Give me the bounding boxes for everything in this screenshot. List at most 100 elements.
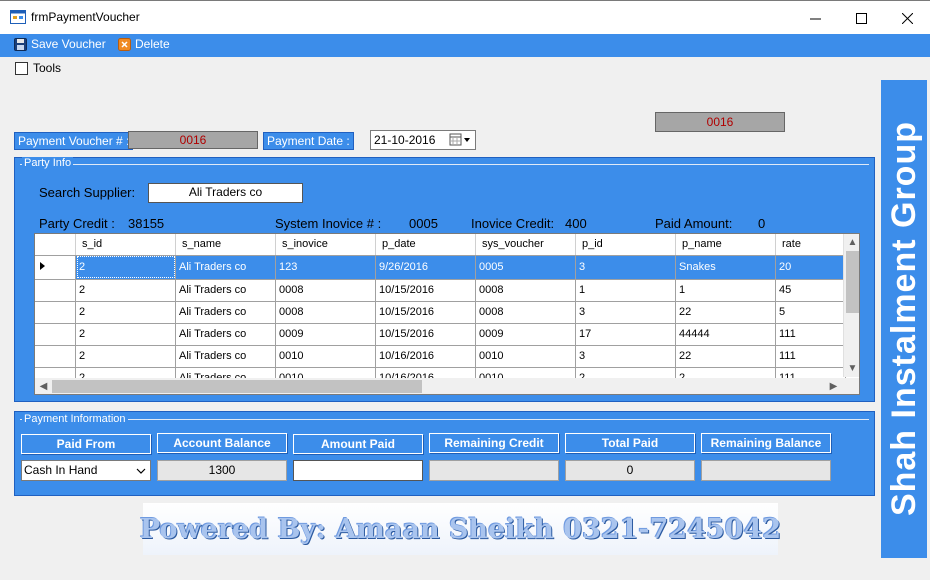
- row-header[interactable]: [35, 255, 76, 280]
- grid-cell-p-id[interactable]: 3: [575, 301, 676, 324]
- save-voucher-button[interactable]: Save Voucher: [14, 37, 106, 51]
- grid-header-row: s_id s_name s_inovice p_date sys_voucher p_id…: [35, 234, 846, 256]
- grid-horizontal-scrollbar[interactable]: ◀ ▶: [35, 378, 843, 394]
- grid-cell-s-name[interactable]: Ali Traders co: [175, 323, 276, 346]
- maximize-button[interactable]: [838, 1, 884, 35]
- column-header-p-date[interactable]: p_date: [375, 234, 476, 256]
- grid-cell-p-date[interactable]: 10/16/2016: [375, 345, 476, 368]
- grid-cell-rate[interactable]: 45: [775, 279, 846, 302]
- grid-cell-s-inovice[interactable]: 123: [275, 255, 376, 280]
- grid-cell-s-inovice[interactable]: 0008: [275, 279, 376, 302]
- column-header-p-name[interactable]: p_name: [675, 234, 776, 256]
- scroll-corner: [843, 378, 859, 394]
- search-supplier-label: Search Supplier:: [39, 185, 136, 200]
- payment-date-value: 21-10-2016: [374, 133, 436, 147]
- grid-cell-s-inovice[interactable]: 0010: [275, 345, 376, 368]
- save-voucher-label: Save Voucher: [31, 37, 106, 51]
- grid-cell-p-date[interactable]: 10/15/2016: [375, 301, 476, 324]
- grid-cell-p-name[interactable]: Snakes: [675, 255, 776, 280]
- amount-paid-input[interactable]: [293, 460, 423, 481]
- payment-date-picker[interactable]: 21-10-2016: [370, 130, 476, 150]
- table-row[interactable]: 2 Ali Traders co 0008 10/15/2016 0008 1 1 45: [35, 279, 846, 302]
- remaining-credit-header: Remaining Credit: [429, 433, 559, 453]
- table-row[interactable]: 2 Ali Traders co 123 9/26/2016 0005 3 Snakes 20: [35, 255, 846, 280]
- grid-cell-s-id[interactable]: 2: [75, 279, 176, 302]
- row-header[interactable]: [35, 279, 76, 302]
- grid-cell-s-name[interactable]: Ali Traders co: [175, 255, 276, 280]
- account-balance-field: 1300: [157, 460, 287, 481]
- payment-info-title: Payment Information: [22, 413, 128, 425]
- grid-cell-rate[interactable]: 20: [775, 255, 846, 280]
- grid-cell-p-name[interactable]: 22: [675, 345, 776, 368]
- account-balance-header: Account Balance: [157, 433, 287, 453]
- column-header-sys-voucher[interactable]: sys_voucher: [475, 234, 576, 256]
- grid-cell-p-date[interactable]: 10/15/2016: [375, 323, 476, 346]
- grid-cell-p-name[interactable]: 44444: [675, 323, 776, 346]
- payment-date-label: Payment Date :: [263, 132, 354, 150]
- grid-cell-s-id[interactable]: 2: [75, 255, 176, 280]
- grid-cell-s-name[interactable]: Ali Traders co: [175, 301, 276, 324]
- party-info-divider: [20, 164, 869, 165]
- row-header[interactable]: [35, 301, 76, 324]
- total-paid-header: Total Paid: [565, 433, 695, 453]
- scroll-right-icon[interactable]: ▶: [825, 378, 842, 394]
- minimize-button[interactable]: [792, 1, 838, 35]
- table-row[interactable]: 2 Ali Traders co 0008 10/15/2016 0008 3 22 5: [35, 301, 846, 324]
- column-header-s-inovice[interactable]: s_inovice: [275, 234, 376, 256]
- paid-from-header: Paid From: [21, 434, 151, 454]
- grid-cell-sys-voucher[interactable]: 0010: [475, 345, 576, 368]
- close-button[interactable]: [884, 1, 930, 35]
- party-credit-label: Party Credit :: [39, 216, 115, 231]
- column-header-s-name[interactable]: s_name: [175, 234, 276, 256]
- grid-cell-s-name[interactable]: Ali Traders co: [175, 345, 276, 368]
- payment-voucher-label: Payment Voucher # :: [14, 132, 134, 150]
- grid-cell-sys-voucher[interactable]: 0008: [475, 279, 576, 302]
- horizontal-scroll-thumb[interactable]: [52, 380, 422, 393]
- delete-button[interactable]: Delete: [118, 37, 170, 51]
- grid-cell-p-id[interactable]: 17: [575, 323, 676, 346]
- total-paid-field: 0: [565, 460, 695, 481]
- column-header-rate[interactable]: rate: [775, 234, 846, 256]
- window-title: frmPaymentVoucher: [31, 10, 140, 24]
- scroll-down-icon[interactable]: ▼: [844, 360, 859, 377]
- chevron-down-icon[interactable]: [135, 461, 147, 486]
- app-icon: [10, 10, 26, 24]
- paid-from-select[interactable]: Cash In Hand: [21, 460, 151, 481]
- grid-cell-p-name[interactable]: 1: [675, 279, 776, 302]
- grid-cell-s-id[interactable]: 2: [75, 301, 176, 324]
- grid-cell-p-id[interactable]: 3: [575, 255, 676, 280]
- grid-vertical-scrollbar[interactable]: ▲ ▼: [843, 234, 859, 377]
- grid-cell-p-date[interactable]: 9/26/2016: [375, 255, 476, 280]
- row-header[interactable]: [35, 323, 76, 346]
- grid-cell-rate[interactable]: 111: [775, 345, 846, 368]
- grid-cell-p-id[interactable]: 3: [575, 345, 676, 368]
- calendar-icon[interactable]: [449, 133, 473, 150]
- invoice-credit-label: Inovice Credit:: [471, 216, 555, 231]
- grid-cell-p-date[interactable]: 10/15/2016: [375, 279, 476, 302]
- table-row[interactable]: 2 Ali Traders co 0009 10/15/2016 0009 17 44444…: [35, 323, 846, 346]
- grid-cell-s-inovice[interactable]: 0008: [275, 301, 376, 324]
- grid-cell-p-id[interactable]: 1: [575, 279, 676, 302]
- grid-cell-s-id[interactable]: 2: [75, 345, 176, 368]
- grid-cell-s-inovice[interactable]: 0009: [275, 323, 376, 346]
- grid-cell-sys-voucher[interactable]: 0009: [475, 323, 576, 346]
- party-credit-value: 38155: [128, 216, 165, 231]
- table-row[interactable]: 2 Ali Traders co 0010 10/16/2016 0010 3 22 111: [35, 345, 846, 368]
- scroll-left-icon[interactable]: ◀: [35, 378, 52, 394]
- amount-paid-header: Amount Paid: [293, 434, 423, 454]
- tools-checkbox[interactable]: [15, 62, 28, 75]
- delete-label: Delete: [135, 37, 170, 51]
- grid-cell-s-name[interactable]: Ali Traders co: [175, 279, 276, 302]
- grid-cell-rate[interactable]: 5: [775, 301, 846, 324]
- vertical-scroll-thumb[interactable]: [846, 251, 859, 313]
- row-header[interactable]: [35, 345, 76, 368]
- grid-cell-sys-voucher[interactable]: 0008: [475, 301, 576, 324]
- grid-cell-s-id[interactable]: 2: [75, 323, 176, 346]
- grid-cell-p-name[interactable]: 22: [675, 301, 776, 324]
- column-header-p-id[interactable]: p_id: [575, 234, 676, 256]
- search-supplier-input[interactable]: Ali Traders co: [148, 183, 303, 203]
- column-header-s-id[interactable]: s_id: [75, 234, 176, 256]
- grid-cell-rate[interactable]: 111: [775, 323, 846, 346]
- scroll-up-icon[interactable]: ▲: [844, 234, 859, 251]
- grid-cell-sys-voucher[interactable]: 0005: [475, 255, 576, 280]
